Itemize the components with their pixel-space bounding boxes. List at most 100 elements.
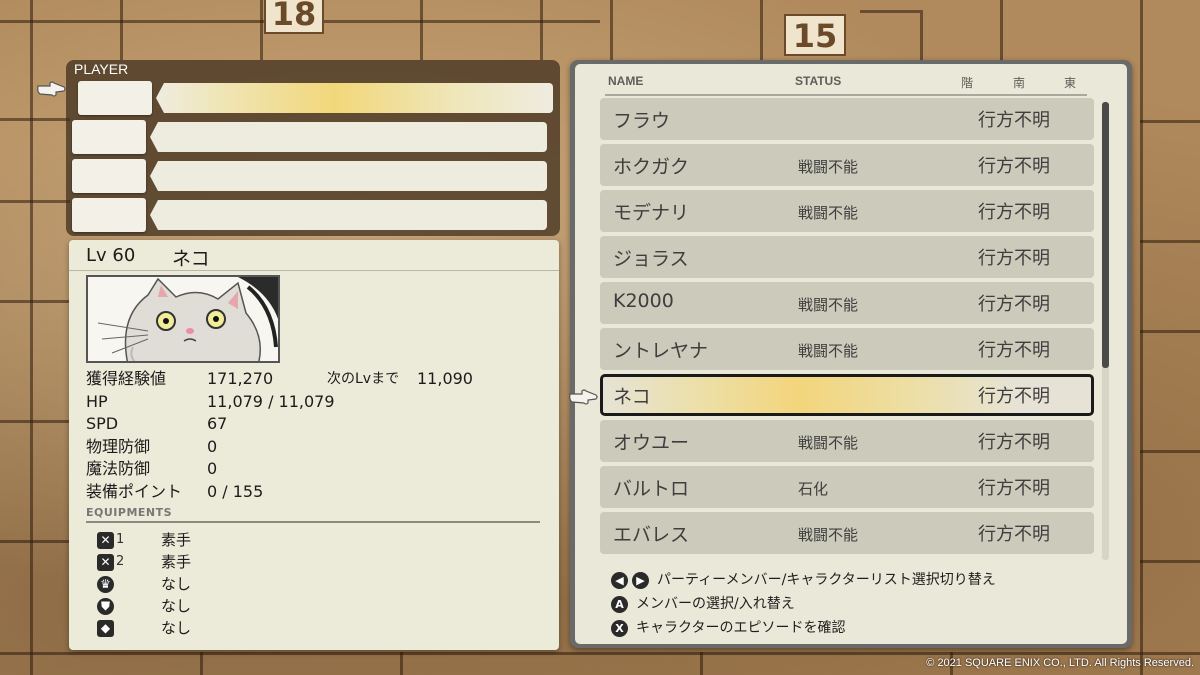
stat-label: HP <box>86 391 108 411</box>
character-row[interactable]: ジョラス 行方不明 <box>600 236 1094 278</box>
board-tile-number: 15 <box>784 14 846 56</box>
party-slot-1[interactable] <box>78 81 553 115</box>
row-status: 戦闘不能 <box>798 434 859 452</box>
equipment-slot-head[interactable]: ♛ なし <box>97 573 297 595</box>
equipment-value: なし <box>161 575 192 593</box>
row-location: 行方不明 <box>978 294 1050 315</box>
character-level: Lv 60 <box>86 245 136 266</box>
board-tile-number: 18 <box>264 0 324 34</box>
sword-icon: ✕ <box>97 532 114 549</box>
column-header-name: NAME <box>608 74 644 88</box>
x-button-icon: X <box>611 619 628 637</box>
equipment-value: 素手 <box>161 531 192 549</box>
sword-icon: ✕ <box>97 554 114 571</box>
crown-icon: ♛ <box>97 576 114 593</box>
list-scrollbar-thumb[interactable] <box>1102 102 1109 368</box>
party-slot-tab <box>72 120 146 154</box>
character-detail-panel: Lv 60 ネコ 獲得経験値 171,270 次のLvまで 11,090 HP … <box>69 240 559 650</box>
character-row[interactable]: モデナリ 戦闘不能 行方不明 <box>600 190 1094 232</box>
armor-icon: ⛊ <box>97 598 114 615</box>
equipment-value: なし <box>161 619 192 637</box>
party-slot-3[interactable] <box>72 159 547 193</box>
character-row[interactable]: バルトロ 石化 行方不明 <box>600 466 1094 508</box>
character-row[interactable]: K2000 戦闘不能 行方不明 <box>600 282 1094 324</box>
row-status: 戦闘不能 <box>798 296 859 314</box>
stat-row-hp: HP 11,079 / 11,079 <box>86 391 546 414</box>
row-name: ジョラス <box>613 248 689 270</box>
equipments-heading: EQUIPMENTS <box>86 506 540 523</box>
next-level-label: 次のLvまで <box>327 371 400 387</box>
help-text: パーティーメンバー/キャラクターリスト選択切り替え <box>657 572 996 588</box>
stat-label: 物理防御 <box>86 436 151 456</box>
party-slot-4[interactable] <box>72 198 547 232</box>
party-slot-tab <box>72 198 146 232</box>
character-row[interactable]: ホクガク 戦闘不能 行方不明 <box>600 144 1094 186</box>
row-location: 行方不明 <box>978 478 1050 499</box>
row-location: 行方不明 <box>978 202 1050 223</box>
shield-icon: ◆ <box>97 620 114 637</box>
help-row-select: A メンバーの選択/入れ替え <box>611 594 795 614</box>
row-name: エバレス <box>613 524 690 546</box>
row-location: 行方不明 <box>978 432 1050 453</box>
player-panel-title: PLAYER <box>74 61 129 77</box>
list-scrollbar[interactable] <box>1102 102 1109 560</box>
stat-row-equip-points: 装備ポイント 0 / 155 <box>86 481 546 504</box>
party-slot-tab <box>72 159 146 193</box>
help-text: メンバーの選択/入れ替え <box>636 596 795 612</box>
stat-label: 魔法防御 <box>86 459 151 478</box>
equipment-slot-body[interactable]: ⛊ なし <box>97 595 297 617</box>
character-list-panel: NAME STATUS 階 南 東 フラウ 行方不明 ホクガク 戦闘不能 行方不… <box>570 60 1132 648</box>
help-row-switch: ◀ ▶ パーティーメンバー/キャラクターリスト選択切り替え <box>611 570 996 590</box>
column-header-status: STATUS <box>795 74 842 88</box>
party-slot-2[interactable] <box>72 120 547 154</box>
player-party-panel: PLAYER <box>66 60 560 236</box>
equipment-slot-weapon-2[interactable]: ✕ 2 素手 <box>97 551 297 573</box>
character-list: NAME STATUS 階 南 東 フラウ 行方不明 ホクガク 戦闘不能 行方不… <box>575 64 1127 644</box>
character-row[interactable]: フラウ 行方不明 <box>600 98 1094 140</box>
stat-label: 獲得経験値 <box>86 369 167 388</box>
header-divider <box>605 94 1087 96</box>
character-row[interactable]: ントレヤナ 戦闘不能 行方不明 <box>600 328 1094 370</box>
stat-value: 11,079 / 11,079 <box>207 391 335 411</box>
pointer-hand-icon <box>569 389 598 405</box>
column-header-floor: 階 <box>961 76 974 90</box>
equipment-value: 素手 <box>161 553 192 571</box>
row-name: K2000 <box>613 290 674 312</box>
row-name: フラウ <box>613 110 671 132</box>
stat-row-spd: SPD 67 <box>86 413 546 436</box>
character-row[interactable]: エバレス 戦闘不能 行方不明 <box>600 512 1094 554</box>
equipment-slot-accessory[interactable]: ◆ なし <box>97 617 297 639</box>
stat-value: 171,270 <box>207 369 274 388</box>
row-location: 行方不明 <box>978 110 1050 131</box>
equipment-slot-number: 1 <box>116 532 125 547</box>
row-status: 石化 <box>798 480 829 498</box>
equipment-slot-weapon-1[interactable]: ✕ 1 素手 <box>97 529 297 551</box>
row-location: 行方不明 <box>978 340 1050 361</box>
character-stats: 獲得経験値 171,270 次のLvまで 11,090 HP 11,079 / … <box>86 368 546 503</box>
row-name: バルトロ <box>613 478 690 500</box>
equipment-value: なし <box>161 597 192 615</box>
row-location: 行方不明 <box>978 248 1050 269</box>
row-name: ネコ <box>613 386 651 408</box>
next-level-value: 11,090 <box>417 369 473 388</box>
stat-row-magic-defense: 魔法防御 0 <box>86 458 546 481</box>
row-status: 戦闘不能 <box>798 204 859 222</box>
character-row-selected[interactable]: ネコ 行方不明 <box>600 374 1094 416</box>
row-name: ホクガク <box>613 156 690 178</box>
help-text: キャラクターのエピソードを確認 <box>636 620 846 636</box>
copyright-notice: © 2021 SQUARE ENIX CO., LTD. All Rights … <box>926 657 1194 669</box>
row-name: ントレヤナ <box>613 340 709 362</box>
party-slot-bar <box>150 122 547 152</box>
stat-row-exp: 獲得経験値 171,270 次のLvまで 11,090 <box>86 368 546 391</box>
right-button-icon: ▶ <box>632 571 649 589</box>
character-header: Lv 60 ネコ <box>69 240 559 271</box>
party-slot-bar <box>150 200 547 230</box>
stat-value: 0 <box>207 459 218 478</box>
cat-portrait-image <box>88 277 278 361</box>
character-row[interactable]: オウユー 戦闘不能 行方不明 <box>600 420 1094 462</box>
row-location: 行方不明 <box>978 156 1050 177</box>
pointer-hand-icon <box>37 81 66 97</box>
character-portrait <box>86 275 280 363</box>
row-name: オウユー <box>613 432 690 454</box>
row-status: 戦闘不能 <box>798 342 859 360</box>
